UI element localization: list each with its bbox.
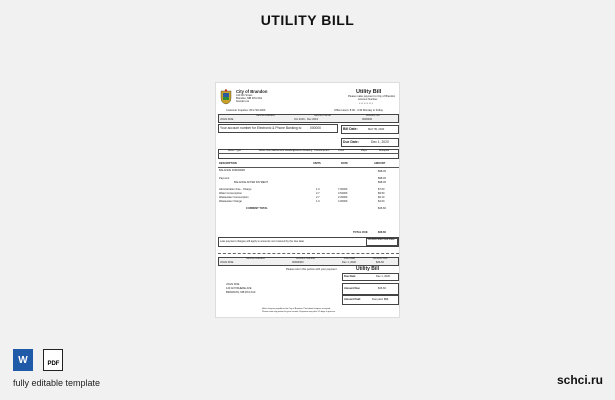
template-caption: fully editable template [13,378,101,388]
stub-due-date: Dec 1, 2020 [376,274,390,278]
description-header: DESCRIPTION [219,162,237,165]
meter-header-consumption: Consumption [314,149,330,152]
stub-amount-paid-label: Amount Paid: [344,297,361,301]
stub-header-address: Service Address [246,257,265,260]
stub-due-value: Dec 1, 2020 [342,261,356,264]
stub-due-label: Due Date: [344,274,357,278]
col-service-address: Service Address [256,114,275,117]
meter-header-days: Days [361,149,367,152]
site-watermark: schci.ru [556,373,603,387]
stub-amount-paid-value: Due paid: $$$ [372,297,389,301]
late-payment-note: Late payment charges will apply to amoun… [220,240,304,243]
file-format-icons: W PDF [13,349,69,376]
current-total-value: $26.60 [378,207,386,210]
due-date-value: Dec 1, 2020 [371,140,389,144]
stub-sub: Please return this portion with your pay… [286,268,337,271]
customer-address-2: BRANDON, MB R7A 0A0 [226,291,256,294]
service-period-value: Oct 2019 - Nov 2019 [294,118,318,121]
contact-line: Customer Inquiries: 204-729-2000 [226,109,266,112]
payment-label: Payment [219,177,230,180]
balance-forward-label: BALANCE AFTER PAYMENT [234,181,269,184]
stub-amount-due-label: Amount Due: [344,287,361,290]
meter-header-present: Present Reading [293,149,313,152]
service-address-value: JOHN DOE [220,118,234,121]
bottom-note-2: Please retain top portion for your recor… [262,311,336,313]
notice-value: 000000 [310,126,322,130]
utility-bill-document: City of Brandon 410 9th Street Brandon, … [215,82,400,318]
stub-account-value: 00000000 [292,261,304,264]
charge-row-rate: 4.00000 [338,200,348,203]
total-due-label: TOTAL DUE [353,231,368,234]
stub-amount-value: $26.60 [376,261,384,264]
office-hours: Office Hours: 8:00 - 4:30 Monday to Frid… [334,109,383,112]
balance-forward-value: $98.45 [378,181,386,184]
tear-line [218,253,399,254]
stub-heading: Utility Bill [356,266,380,272]
bill-date-value: MAY 05, 2020 [368,127,385,131]
word-doc-icon: W [13,349,33,371]
late-amount-label: Amount after Due Date [368,238,395,241]
units-header: UNITS [313,162,321,165]
due-date-label: Due Date: [343,140,359,144]
amount-header: AMOUNT [374,162,386,165]
bottom-note-1: Make cheques payable to the City of Bran… [262,308,331,310]
pdf-doc-icon: PDF [43,349,64,371]
notice-text: Your account number for Electronic & Pho… [220,126,302,130]
current-total-label: CURRENT TOTAL [246,207,268,210]
charge-row-units: 1.0 [316,200,320,203]
previous-balance-value: $98.45 [378,170,386,173]
total-due-value: $26.60 [378,231,386,234]
meter-header-previous: Previous Reading [274,149,295,152]
stub-amount-due-value: $26.60 [378,287,386,290]
page-title: UTILITY BILL [260,12,355,28]
charge-row-desc: Wastewater Charge [219,200,242,203]
bill-heading-sub3: • • • • • • • • • [359,102,373,105]
rate-header: RATE [341,162,348,165]
org-website: brandon.ca [236,100,249,103]
meter-header-units: Units [338,149,344,152]
previous-balance-label: BALANCE FORWARD [219,169,246,172]
charge-row-amount: $4.00 [378,200,385,203]
meter-header-multiplier: Multiplier [379,149,390,152]
meter-header-type: Meter Type [228,149,241,152]
city-crest-icon [220,89,232,105]
stub-address-value: JOHN DOE [220,261,234,264]
bill-date-label: Bill Date: [343,127,358,131]
account-no-value: 0000000 [362,118,373,121]
